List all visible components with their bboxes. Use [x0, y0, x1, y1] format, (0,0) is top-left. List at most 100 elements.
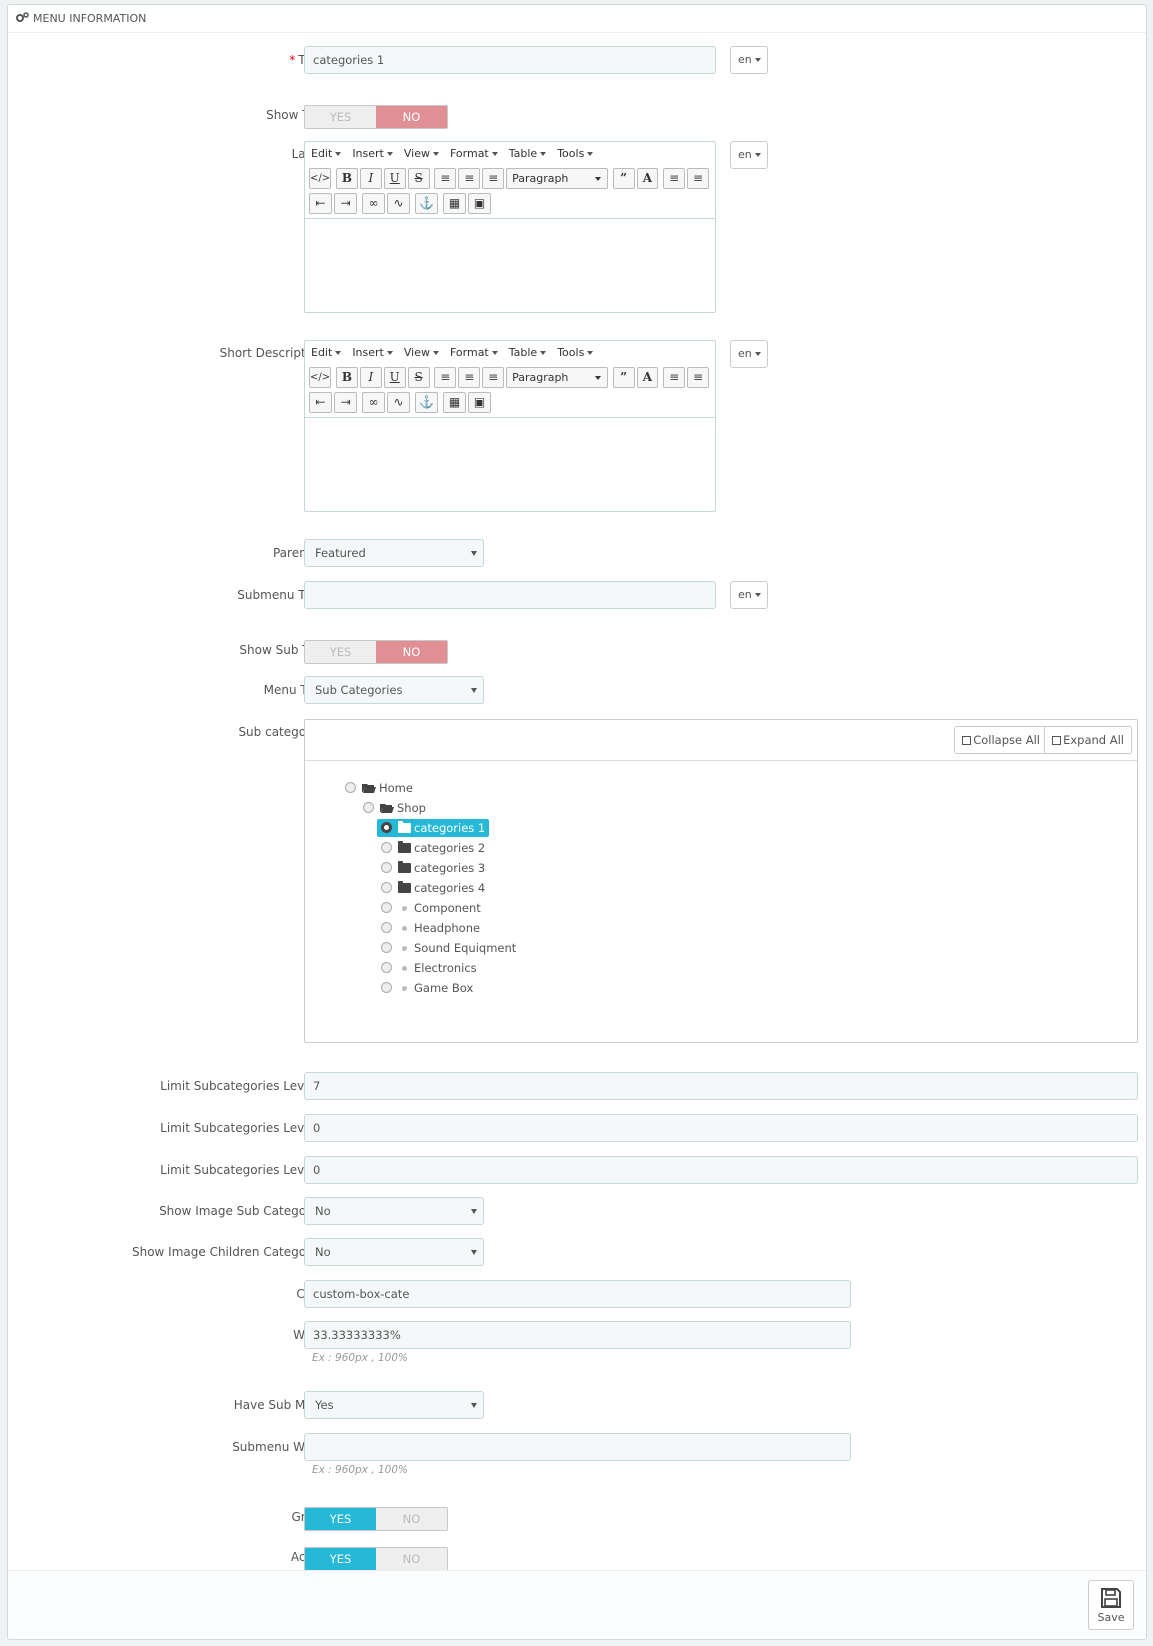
radio-button[interactable] [381, 902, 392, 913]
show-sub-title-no[interactable]: NO [376, 641, 447, 663]
title-input[interactable]: categories 1 [304, 46, 716, 74]
underline-icon[interactable]: U [383, 367, 406, 388]
menu-format[interactable]: Format [450, 346, 498, 359]
align-center-icon[interactable]: ≡ [458, 367, 481, 388]
indent-icon[interactable]: ⇥ [334, 193, 357, 214]
tree-node[interactable]: categories 2 [381, 839, 485, 857]
media-icon[interactable]: ▦ [443, 392, 466, 413]
menu-insert[interactable]: Insert [352, 346, 393, 359]
radio-button[interactable] [363, 802, 374, 813]
label-lang-dropdown[interactable]: en [730, 141, 768, 169]
tree-node[interactable]: categories 3 [381, 859, 485, 877]
limit-lvl1-input[interactable]: 7 [304, 1072, 1138, 1100]
have-sub-menu-select[interactable]: Yes [304, 1391, 484, 1419]
unlink-icon[interactable]: ∿ [387, 392, 410, 413]
indent-icon[interactable]: ⇥ [334, 392, 357, 413]
menu-table[interactable]: Table [509, 147, 547, 160]
blockquote-icon[interactable]: ” [612, 168, 635, 189]
unlink-icon[interactable]: ∿ [387, 193, 410, 214]
tree-node[interactable]: categories 4 [381, 879, 485, 897]
active-yes[interactable]: YES [305, 1548, 376, 1570]
bullet-list-icon[interactable]: ≡ [663, 367, 686, 388]
show-sub-title-yes[interactable]: YES [305, 641, 376, 663]
align-right-icon[interactable]: ≡ [482, 367, 505, 388]
show-title-switch[interactable]: YES NO [304, 105, 448, 129]
radio-button[interactable] [345, 782, 356, 793]
collapse-all-button[interactable]: Collapse All [954, 726, 1048, 754]
group-switch[interactable]: YES NO [304, 1507, 448, 1531]
bold-icon[interactable]: B [335, 168, 358, 189]
bold-icon[interactable]: B [335, 367, 358, 388]
strikethrough-icon[interactable]: S [407, 367, 430, 388]
bullet-list-icon[interactable]: ≡ [663, 168, 686, 189]
align-left-icon[interactable]: ≡ [434, 367, 457, 388]
tree-node-selected[interactable]: categories 1 [377, 819, 490, 837]
short-description-lang-dropdown[interactable]: en [730, 340, 768, 368]
show-sub-title-switch[interactable]: YES NO [304, 640, 448, 664]
tree-node[interactable]: Home [345, 779, 413, 797]
menu-tools[interactable]: Tools [557, 147, 594, 160]
code-icon[interactable]: </> [309, 367, 332, 388]
radio-button[interactable] [381, 922, 392, 933]
short-description-editor[interactable]: Edit Insert View Format Table Tools </> B I U… [304, 340, 716, 512]
link-icon[interactable]: ∞ [362, 392, 385, 413]
class-input[interactable]: custom-box-cate [304, 1280, 851, 1308]
short-description-editor-area[interactable] [305, 417, 715, 511]
outdent-icon[interactable]: ⇤ [309, 392, 332, 413]
menu-format[interactable]: Format [450, 147, 498, 160]
code-icon[interactable]: </> [309, 168, 332, 189]
strikethrough-icon[interactable]: S [407, 168, 430, 189]
tree-node[interactable]: Headphone [381, 919, 480, 937]
active-no[interactable]: NO [376, 1548, 447, 1570]
link-icon[interactable]: ∞ [362, 193, 385, 214]
menu-type-select[interactable]: Sub Categories [304, 676, 484, 704]
tree-node[interactable]: Electronics [381, 959, 477, 977]
save-button[interactable]: Save [1088, 1580, 1134, 1630]
align-center-icon[interactable]: ≡ [458, 168, 481, 189]
numbered-list-icon[interactable]: ≡ [687, 367, 710, 388]
submenu-title-lang-dropdown[interactable]: en [730, 581, 768, 609]
menu-insert[interactable]: Insert [352, 147, 393, 160]
text-color-icon[interactable]: A [636, 367, 659, 388]
tree-node[interactable]: Game Box [381, 979, 473, 997]
parent-id-select[interactable]: Featured [304, 539, 484, 567]
align-left-icon[interactable]: ≡ [434, 168, 457, 189]
anchor-icon[interactable]: ⚓ [415, 193, 438, 214]
show-title-yes[interactable]: YES [305, 106, 376, 128]
image-icon[interactable]: ▣ [468, 392, 491, 413]
radio-button-checked[interactable] [381, 822, 392, 833]
outdent-icon[interactable]: ⇤ [309, 193, 332, 214]
format-select[interactable]: Paragraph [506, 168, 608, 189]
underline-icon[interactable]: U [383, 168, 406, 189]
anchor-icon[interactable]: ⚓ [415, 392, 438, 413]
media-icon[interactable]: ▦ [443, 193, 466, 214]
show-image-sub-select[interactable]: No [304, 1197, 484, 1225]
tree-node[interactable]: Component [381, 899, 481, 917]
expand-all-button[interactable]: Expand All [1044, 726, 1132, 754]
limit-lvl2-input[interactable]: 0 [304, 1114, 1138, 1142]
menu-tools[interactable]: Tools [557, 346, 594, 359]
submenu-title-input[interactable] [304, 581, 716, 609]
tree-node[interactable]: Shop [363, 799, 426, 817]
group-yes[interactable]: YES [305, 1508, 376, 1530]
radio-button[interactable] [381, 862, 392, 873]
menu-view[interactable]: View [404, 147, 439, 160]
show-title-no[interactable]: NO [376, 106, 447, 128]
menu-edit[interactable]: Edit [311, 346, 342, 359]
italic-icon[interactable]: I [359, 367, 382, 388]
width-input[interactable]: 33.33333333% [304, 1321, 851, 1349]
menu-view[interactable]: View [404, 346, 439, 359]
radio-button[interactable] [381, 982, 392, 993]
text-color-icon[interactable]: A [636, 168, 659, 189]
align-right-icon[interactable]: ≡ [482, 168, 505, 189]
italic-icon[interactable]: I [359, 168, 382, 189]
format-select[interactable]: Paragraph [506, 367, 608, 388]
label-editor[interactable]: Edit Insert View Format Table Tools </> B I U… [304, 141, 716, 313]
numbered-list-icon[interactable]: ≡ [687, 168, 710, 189]
menu-edit[interactable]: Edit [311, 147, 342, 160]
radio-button[interactable] [381, 942, 392, 953]
tree-node[interactable]: Sound Equiqment [381, 939, 516, 957]
show-image-children-select[interactable]: No [304, 1238, 484, 1266]
radio-button[interactable] [381, 962, 392, 973]
blockquote-icon[interactable]: ” [612, 367, 635, 388]
